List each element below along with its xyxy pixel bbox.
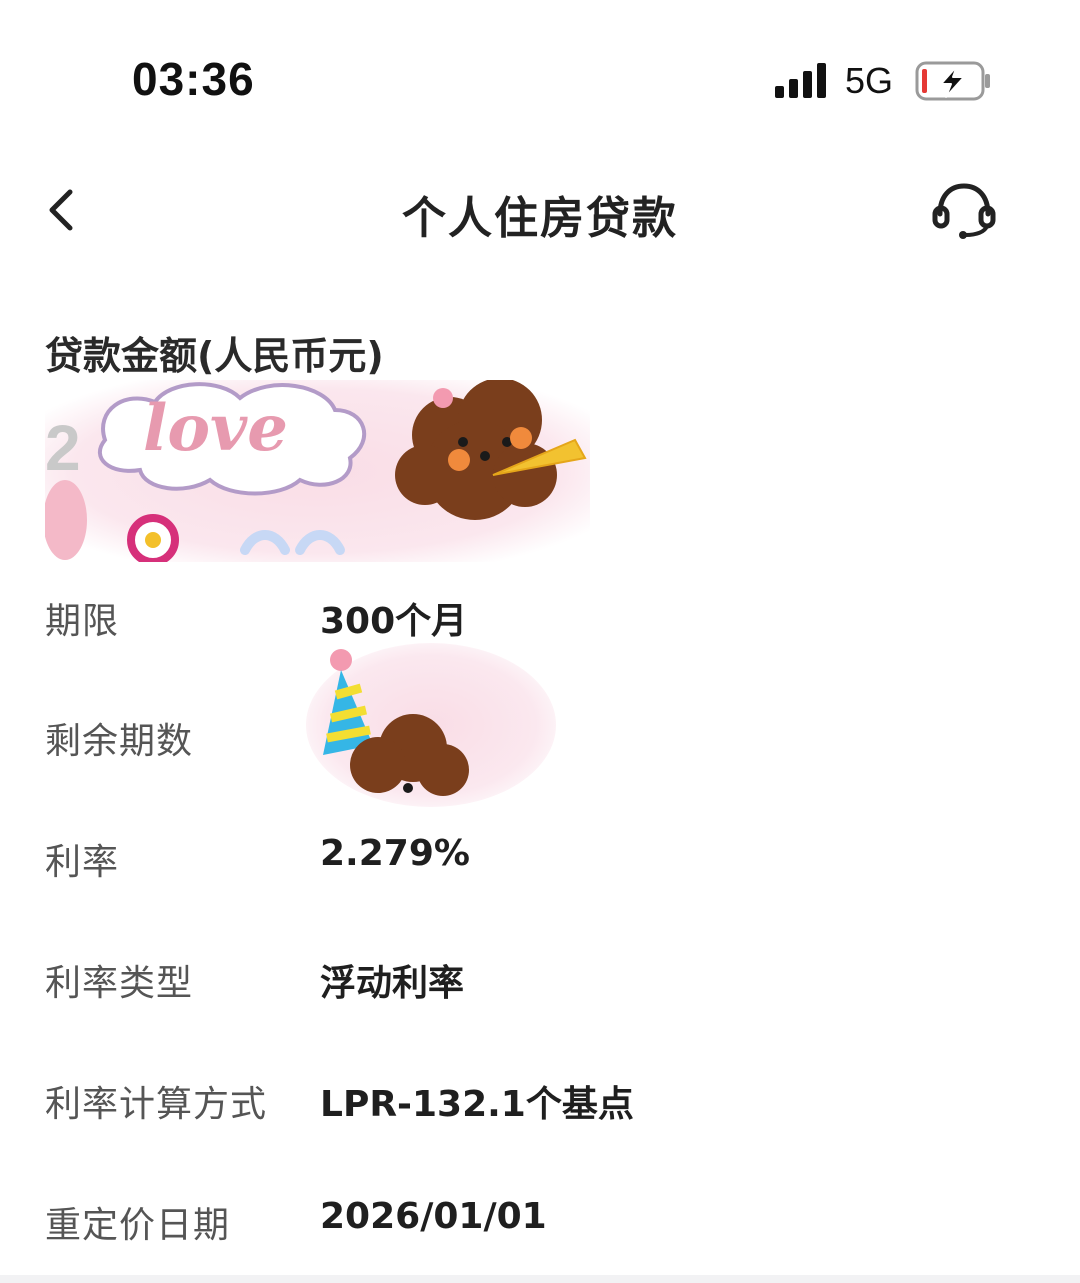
- signal-icon: [775, 63, 826, 98]
- network-label: 5G: [845, 60, 894, 101]
- row-value: 300个月: [320, 601, 468, 642]
- detail-row-rate-method: 利率计算方式 LPR-132.1个基点: [0, 1075, 1080, 1135]
- detail-row-rate: 利率 2.279%: [0, 833, 1080, 893]
- sticker-love-text: love: [143, 391, 288, 466]
- row-label: 重定价日期: [45, 1205, 231, 1246]
- detail-row-reprice-date: 重定价日期 2026/01/01: [0, 1196, 1080, 1256]
- row-label: 利率计算方式: [45, 1084, 268, 1125]
- nav-bar: 个人住房贷款: [0, 150, 1080, 270]
- row-value: 2.279%: [320, 833, 470, 874]
- row-label: 利率: [45, 842, 120, 883]
- row-label: 利率类型: [45, 963, 194, 1004]
- detail-row-rate-type: 利率类型 浮动利率: [0, 954, 1080, 1014]
- row-value: 浮动利率: [320, 963, 465, 1004]
- row-label: 剩余期数: [45, 721, 194, 762]
- row-value: LPR-132.1个基点: [320, 1084, 634, 1125]
- status-bar: 03:36 5G: [0, 0, 1080, 150]
- customer-service-button[interactable]: [930, 178, 998, 242]
- sticker-party-bear: [306, 643, 556, 807]
- bottom-divider: [0, 1275, 1080, 1283]
- battery-charging-icon: [915, 61, 990, 101]
- headset-icon: [932, 183, 996, 239]
- sticker-love-bear: 2 love: [45, 380, 590, 562]
- row-label: 期限: [45, 601, 120, 642]
- page-title: 个人住房贷款: [402, 193, 678, 244]
- amount-value-partial: 2: [45, 412, 81, 484]
- row-value: 2026/01/01: [320, 1196, 547, 1237]
- amount-label: 贷款金额(人民币元): [45, 334, 384, 378]
- status-time: 03:36: [132, 53, 255, 105]
